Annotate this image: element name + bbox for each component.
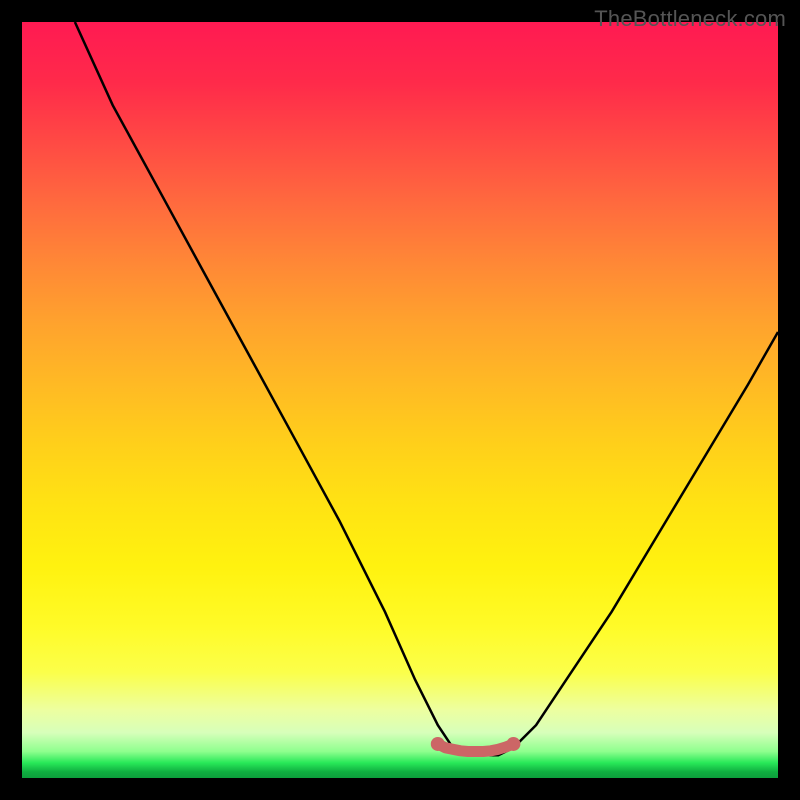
chart-svg: [22, 22, 778, 778]
bottleneck-curve: [75, 22, 778, 755]
chart-frame: [22, 22, 778, 778]
flat-zone-marker: [438, 744, 514, 752]
watermark-text: TheBottleneck.com: [594, 6, 786, 32]
